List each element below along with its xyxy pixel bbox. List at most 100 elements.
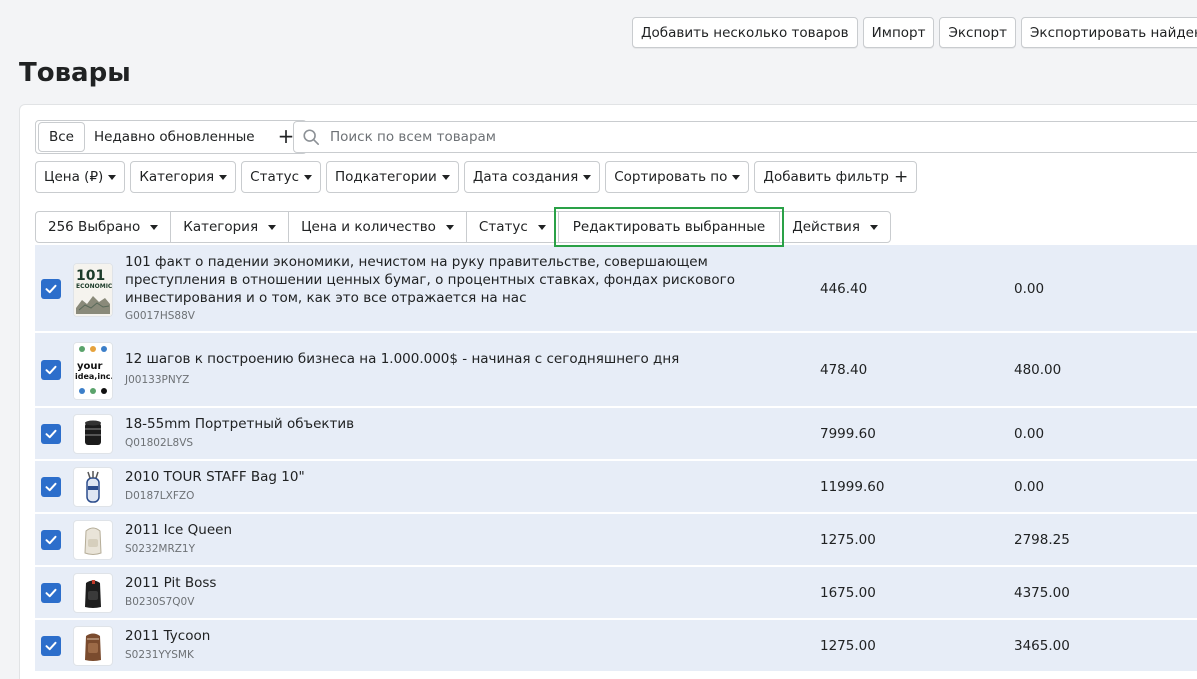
bulk-status-dropdown[interactable]: Статус bbox=[465, 211, 559, 243]
filter-label: Категория bbox=[139, 169, 215, 185]
caret-down-icon bbox=[268, 224, 277, 230]
table-row[interactable]: 2010 TOUR STAFF Bag 10" D0187LXFZO 11999… bbox=[35, 461, 1197, 514]
checkmark-icon bbox=[45, 535, 57, 545]
bulk-category-dropdown[interactable]: Категория bbox=[170, 211, 290, 243]
edit-selected-button[interactable]: Редактировать выбранные bbox=[553, 207, 785, 247]
product-thumbnail bbox=[73, 573, 113, 613]
product-title[interactable]: 18-55mm Портретный объектив bbox=[125, 415, 795, 433]
tab-all[interactable]: Все bbox=[38, 122, 85, 152]
product-compare-price: 0.00 bbox=[1014, 426, 1045, 442]
caret-down-icon bbox=[219, 174, 228, 180]
svg-text:idea,inc.: idea,inc. bbox=[75, 372, 112, 381]
export-button[interactable]: Экспорт bbox=[939, 17, 1016, 48]
product-price: 1275.00 bbox=[820, 638, 876, 654]
product-price: 478.40 bbox=[820, 362, 868, 378]
product-thumbnail bbox=[73, 467, 113, 507]
row-checkbox[interactable] bbox=[41, 424, 61, 444]
product-title[interactable]: 2011 Tycoon bbox=[125, 627, 795, 645]
product-sku: S0231YYSMK bbox=[125, 649, 194, 661]
svg-text:101: 101 bbox=[76, 268, 105, 284]
selected-count-dropdown[interactable]: 256 Выбрано bbox=[35, 211, 172, 243]
row-checkbox[interactable] bbox=[41, 477, 61, 497]
product-sku: B0230S7Q0V bbox=[125, 596, 195, 608]
import-button[interactable]: Импорт bbox=[862, 17, 935, 48]
product-compare-price: 0.00 bbox=[1014, 479, 1045, 495]
product-sku: Q01802L8VS bbox=[125, 437, 194, 449]
checkmark-icon bbox=[45, 365, 57, 375]
table-row[interactable]: 18-55mm Портретный объектив Q01802L8VS 7… bbox=[35, 408, 1197, 461]
view-tabs: Все Недавно обновленные + bbox=[35, 120, 308, 154]
caret-down-icon bbox=[583, 174, 592, 180]
bulk-label: Статус bbox=[478, 219, 528, 235]
filter-bar: Цена (₽) Категория Статус Подкатегории Д… bbox=[35, 161, 918, 193]
caret-down-icon bbox=[441, 174, 450, 180]
filter-status[interactable]: Статус bbox=[241, 161, 321, 193]
bulk-actions-bar: 256 Выбрано Категория Цена и количество … bbox=[35, 207, 891, 247]
product-title[interactable]: 2011 Ice Queen bbox=[125, 521, 795, 539]
add-multiple-products-button[interactable]: Добавить несколько товаров bbox=[632, 17, 858, 48]
bulk-label: Цена и количество bbox=[301, 219, 436, 235]
backpack-white-icon bbox=[84, 527, 102, 555]
bulk-label: Действия bbox=[792, 219, 860, 235]
product-sku: S0232MRZ1Y bbox=[125, 543, 196, 555]
backpack-black-icon bbox=[85, 580, 101, 608]
selected-count: 256 Выбрано bbox=[48, 219, 141, 235]
table-row[interactable]: 2011 Pit Boss B0230S7Q0V 1675.00 4375.00 bbox=[35, 567, 1197, 620]
table-row[interactable]: your idea,inc. 12 шагов к построению биз… bbox=[35, 333, 1197, 408]
product-compare-price: 2798.25 bbox=[1014, 532, 1070, 548]
product-price: 1275.00 bbox=[820, 532, 876, 548]
row-checkbox[interactable] bbox=[41, 530, 61, 550]
search-input[interactable] bbox=[330, 129, 1130, 145]
checkmark-icon bbox=[45, 482, 57, 492]
filter-category[interactable]: Категория bbox=[130, 161, 237, 193]
filter-subcategories[interactable]: Подкатегории bbox=[326, 161, 459, 193]
bulk-price-quantity-dropdown[interactable]: Цена и количество bbox=[288, 211, 467, 243]
table-row[interactable]: 2011 Tycoon S0231YYSMK 1275.00 3465.00 bbox=[35, 620, 1197, 673]
camera-lens-icon bbox=[85, 420, 101, 445]
book-101-economics-icon: 101 ECONOMICS bbox=[74, 264, 112, 316]
bulk-label: Категория bbox=[183, 219, 259, 235]
filter-label: Дата создания bbox=[472, 169, 579, 185]
book-your-idea-inc-icon: your idea,inc. bbox=[74, 343, 112, 399]
filter-label: Подкатегории bbox=[335, 169, 437, 185]
plus-icon: + bbox=[894, 166, 909, 187]
row-checkbox[interactable] bbox=[41, 279, 61, 299]
checkmark-icon bbox=[45, 588, 57, 598]
product-title[interactable]: 2010 TOUR STAFF Bag 10" bbox=[125, 468, 795, 486]
table-row[interactable]: 2011 Ice Queen S0232MRZ1Y 1275.00 2798.2… bbox=[35, 514, 1197, 567]
filter-sort-by[interactable]: Сортировать по bbox=[605, 161, 750, 193]
product-thumbnail bbox=[73, 626, 113, 666]
product-sku: G0017HS88V bbox=[125, 310, 195, 322]
row-checkbox[interactable] bbox=[41, 360, 61, 380]
row-checkbox[interactable] bbox=[41, 583, 61, 603]
filter-created-date[interactable]: Дата создания bbox=[463, 161, 601, 193]
search-box bbox=[293, 121, 1197, 153]
product-title[interactable]: 2011 Pit Boss bbox=[125, 574, 795, 592]
product-compare-price: 480.00 bbox=[1014, 362, 1062, 378]
page-title: Товары bbox=[19, 58, 131, 88]
product-thumbnail bbox=[73, 414, 113, 454]
product-thumbnail: your idea,inc. bbox=[73, 342, 113, 400]
product-title[interactable]: 101 факт о падении экономики, нечистом н… bbox=[125, 253, 795, 307]
search-icon bbox=[303, 129, 320, 146]
product-price: 7999.60 bbox=[820, 426, 876, 442]
product-price: 446.40 bbox=[820, 281, 868, 297]
product-thumbnail: 101 ECONOMICS bbox=[73, 263, 113, 317]
filter-price[interactable]: Цена (₽) bbox=[35, 161, 126, 193]
add-filter-button[interactable]: Добавить фильтр + bbox=[754, 161, 918, 193]
caret-down-icon bbox=[869, 224, 878, 230]
row-checkbox[interactable] bbox=[41, 636, 61, 656]
table-row[interactable]: 101 ECONOMICS 101 факт о падении экономи… bbox=[35, 245, 1197, 333]
checkmark-icon bbox=[45, 284, 57, 294]
filter-label: Сортировать по bbox=[614, 169, 728, 185]
caret-down-icon bbox=[537, 224, 546, 230]
product-price: 1675.00 bbox=[820, 585, 876, 601]
bulk-actions-dropdown[interactable]: Действия bbox=[779, 211, 891, 243]
caret-down-icon bbox=[732, 174, 741, 180]
export-found-button[interactable]: Экспортировать найденные bbox=[1021, 17, 1197, 48]
product-compare-price: 3465.00 bbox=[1014, 638, 1070, 654]
product-sku: J00133PNYZ bbox=[125, 374, 190, 386]
caret-down-icon bbox=[108, 174, 117, 180]
tab-recently-updated[interactable]: Недавно обновленные bbox=[85, 122, 264, 152]
product-title[interactable]: 12 шагов к построению бизнеса на 1.000.0… bbox=[125, 350, 795, 368]
